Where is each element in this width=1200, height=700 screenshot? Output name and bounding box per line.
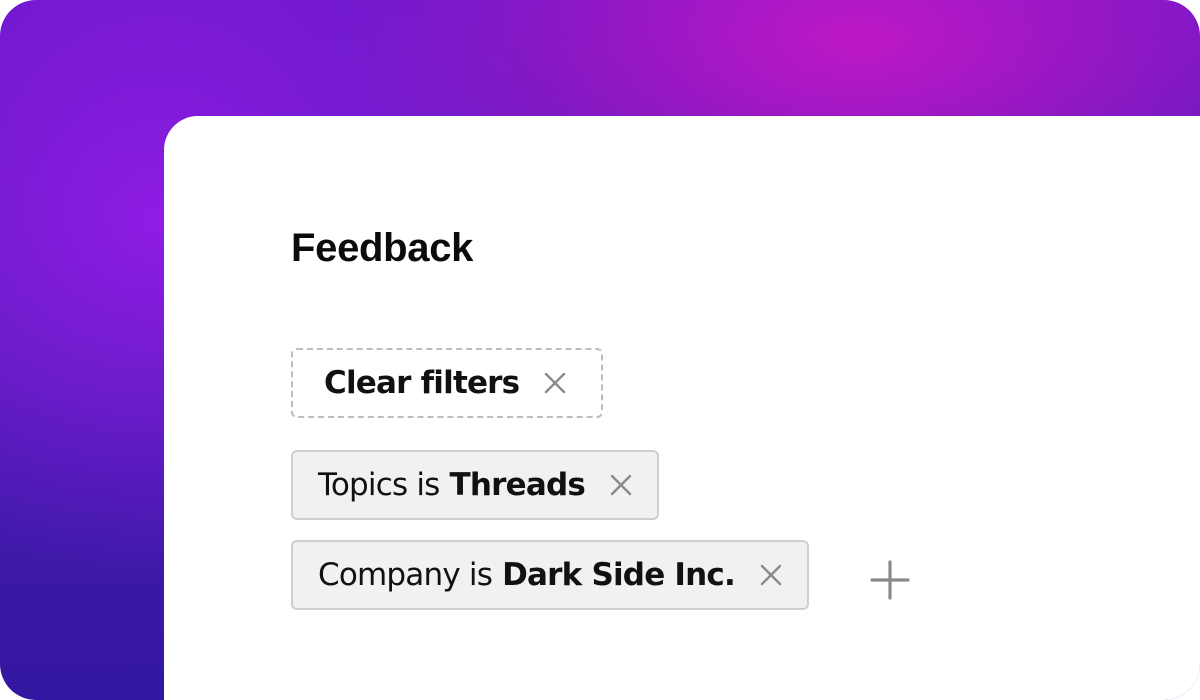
close-icon[interactable] bbox=[609, 473, 633, 497]
filter-field-label: Company is bbox=[318, 557, 493, 593]
filter-value-label: Dark Side Inc. bbox=[502, 557, 736, 593]
clear-filters-label: Clear filters bbox=[324, 365, 520, 401]
close-icon[interactable] bbox=[759, 563, 783, 587]
filter-chip-topics[interactable]: Topics is Threads bbox=[291, 450, 660, 520]
clear-filters-button[interactable]: Clear filters bbox=[291, 348, 603, 418]
app-window: Feedback Clear filters Topics is Threads… bbox=[0, 0, 1200, 700]
filter-value-label: Threads bbox=[449, 467, 586, 503]
filter-chip-company[interactable]: Company is Dark Side Inc. bbox=[291, 540, 809, 610]
close-icon[interactable] bbox=[543, 371, 567, 395]
page-title: Feedback bbox=[291, 226, 474, 270]
filter-field-label: Topics is bbox=[318, 467, 440, 503]
add-filter-button[interactable] bbox=[870, 560, 910, 600]
feedback-panel: Feedback Clear filters Topics is Threads… bbox=[164, 116, 1200, 700]
plus-icon bbox=[870, 560, 910, 600]
